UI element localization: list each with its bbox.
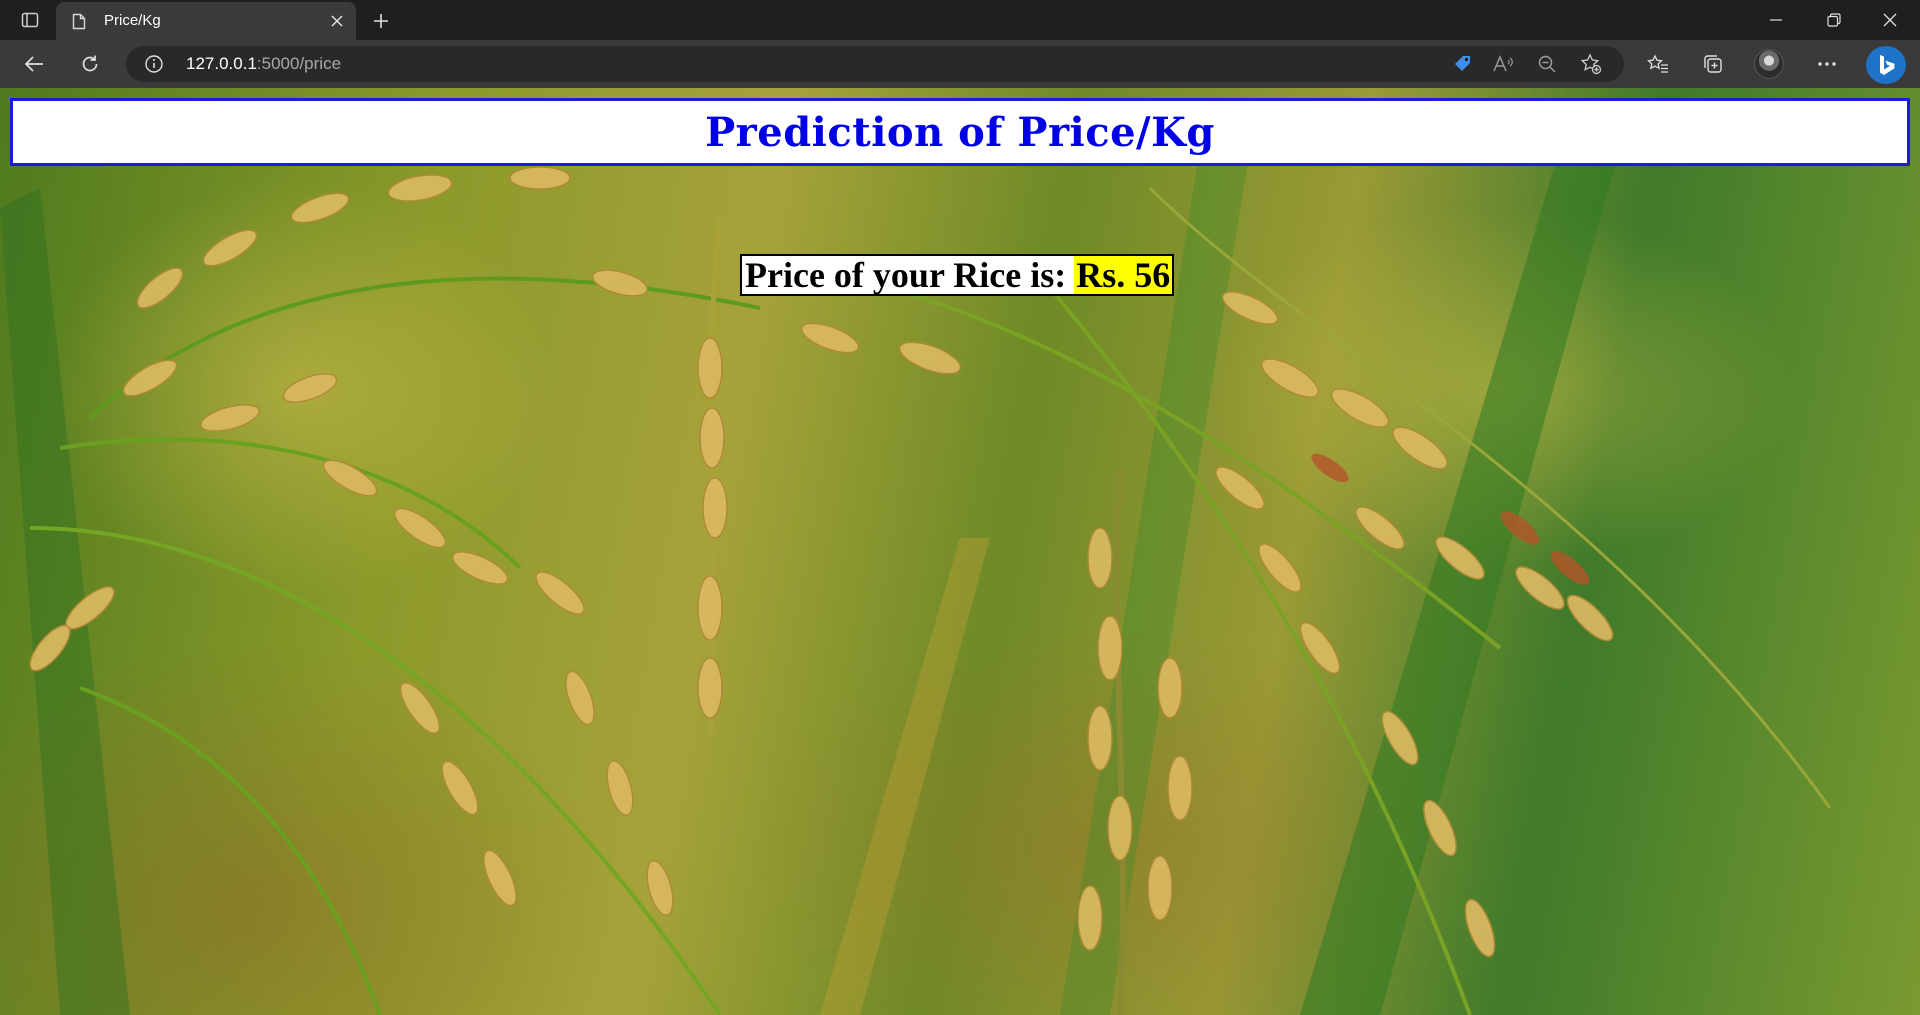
- restore-icon: [1827, 13, 1841, 27]
- read-aloud-button[interactable]: [1490, 52, 1516, 76]
- url-path: :5000/price: [256, 54, 342, 73]
- favorites-icon: [1647, 54, 1668, 73]
- page-viewport: Prediction of Price/Kg Price of your Ric…: [0, 88, 1920, 1015]
- tab-bar: Price/Kg: [0, 0, 1920, 40]
- info-icon[interactable]: [144, 54, 164, 74]
- back-arrow-icon: [24, 56, 43, 72]
- refresh-icon: [82, 55, 98, 72]
- tag-icon: [1455, 56, 1470, 71]
- close-icon: [1883, 13, 1897, 27]
- plus-icon: [374, 14, 388, 28]
- minimize-button[interactable]: [1748, 0, 1804, 40]
- back-button[interactable]: [16, 48, 52, 80]
- page-header: Prediction of Price/Kg: [10, 98, 1910, 166]
- more-button[interactable]: [1809, 48, 1845, 80]
- address-bar[interactable]: 127.0.0.1:5000/price: [126, 46, 1624, 82]
- collections-button[interactable]: [1695, 48, 1731, 80]
- tab-title: Price/Kg: [104, 12, 161, 29]
- zoom-button[interactable]: [1534, 52, 1560, 76]
- zoom-out-icon: [1538, 55, 1556, 73]
- price-value: Rs. 56: [1074, 255, 1173, 295]
- add-favorite-button[interactable]: [1578, 52, 1604, 76]
- more-icon: [1818, 62, 1836, 66]
- bing-button[interactable]: [1866, 46, 1906, 84]
- add-favorite-icon: [1580, 53, 1602, 75]
- restore-button[interactable]: [1806, 0, 1862, 40]
- close-icon: [331, 15, 343, 27]
- close-window-button[interactable]: [1862, 0, 1918, 40]
- tab-actions-button[interactable]: [12, 6, 48, 34]
- favorites-button[interactable]: [1640, 48, 1676, 80]
- page-title: Prediction of Price/Kg: [705, 108, 1215, 156]
- rice-field-background: [0, 148, 1832, 1015]
- read-aloud-icon: [1493, 55, 1513, 72]
- minimize-icon: [1770, 19, 1782, 21]
- tab-actions-icon: [21, 12, 39, 28]
- page-icon: [72, 13, 86, 30]
- new-tab-button[interactable]: [366, 6, 396, 36]
- profile-avatar[interactable]: [1754, 49, 1784, 79]
- price-result: Price of your Rice is: Rs. 56: [740, 254, 1175, 296]
- refresh-button[interactable]: [72, 48, 108, 80]
- tracking-button[interactable]: [1450, 52, 1476, 76]
- tab-active[interactable]: Price/Kg: [56, 2, 356, 40]
- browser-toolbar: 127.0.0.1:5000/price: [0, 40, 1920, 88]
- url-text[interactable]: 127.0.0.1:5000/price: [186, 54, 341, 74]
- bing-icon: [1880, 55, 1895, 75]
- url-host: 127.0.0.1: [186, 54, 257, 73]
- tab-close-button[interactable]: [326, 10, 348, 32]
- collections-icon: [1704, 55, 1722, 73]
- price-label: Price of your Rice is:: [745, 255, 1067, 295]
